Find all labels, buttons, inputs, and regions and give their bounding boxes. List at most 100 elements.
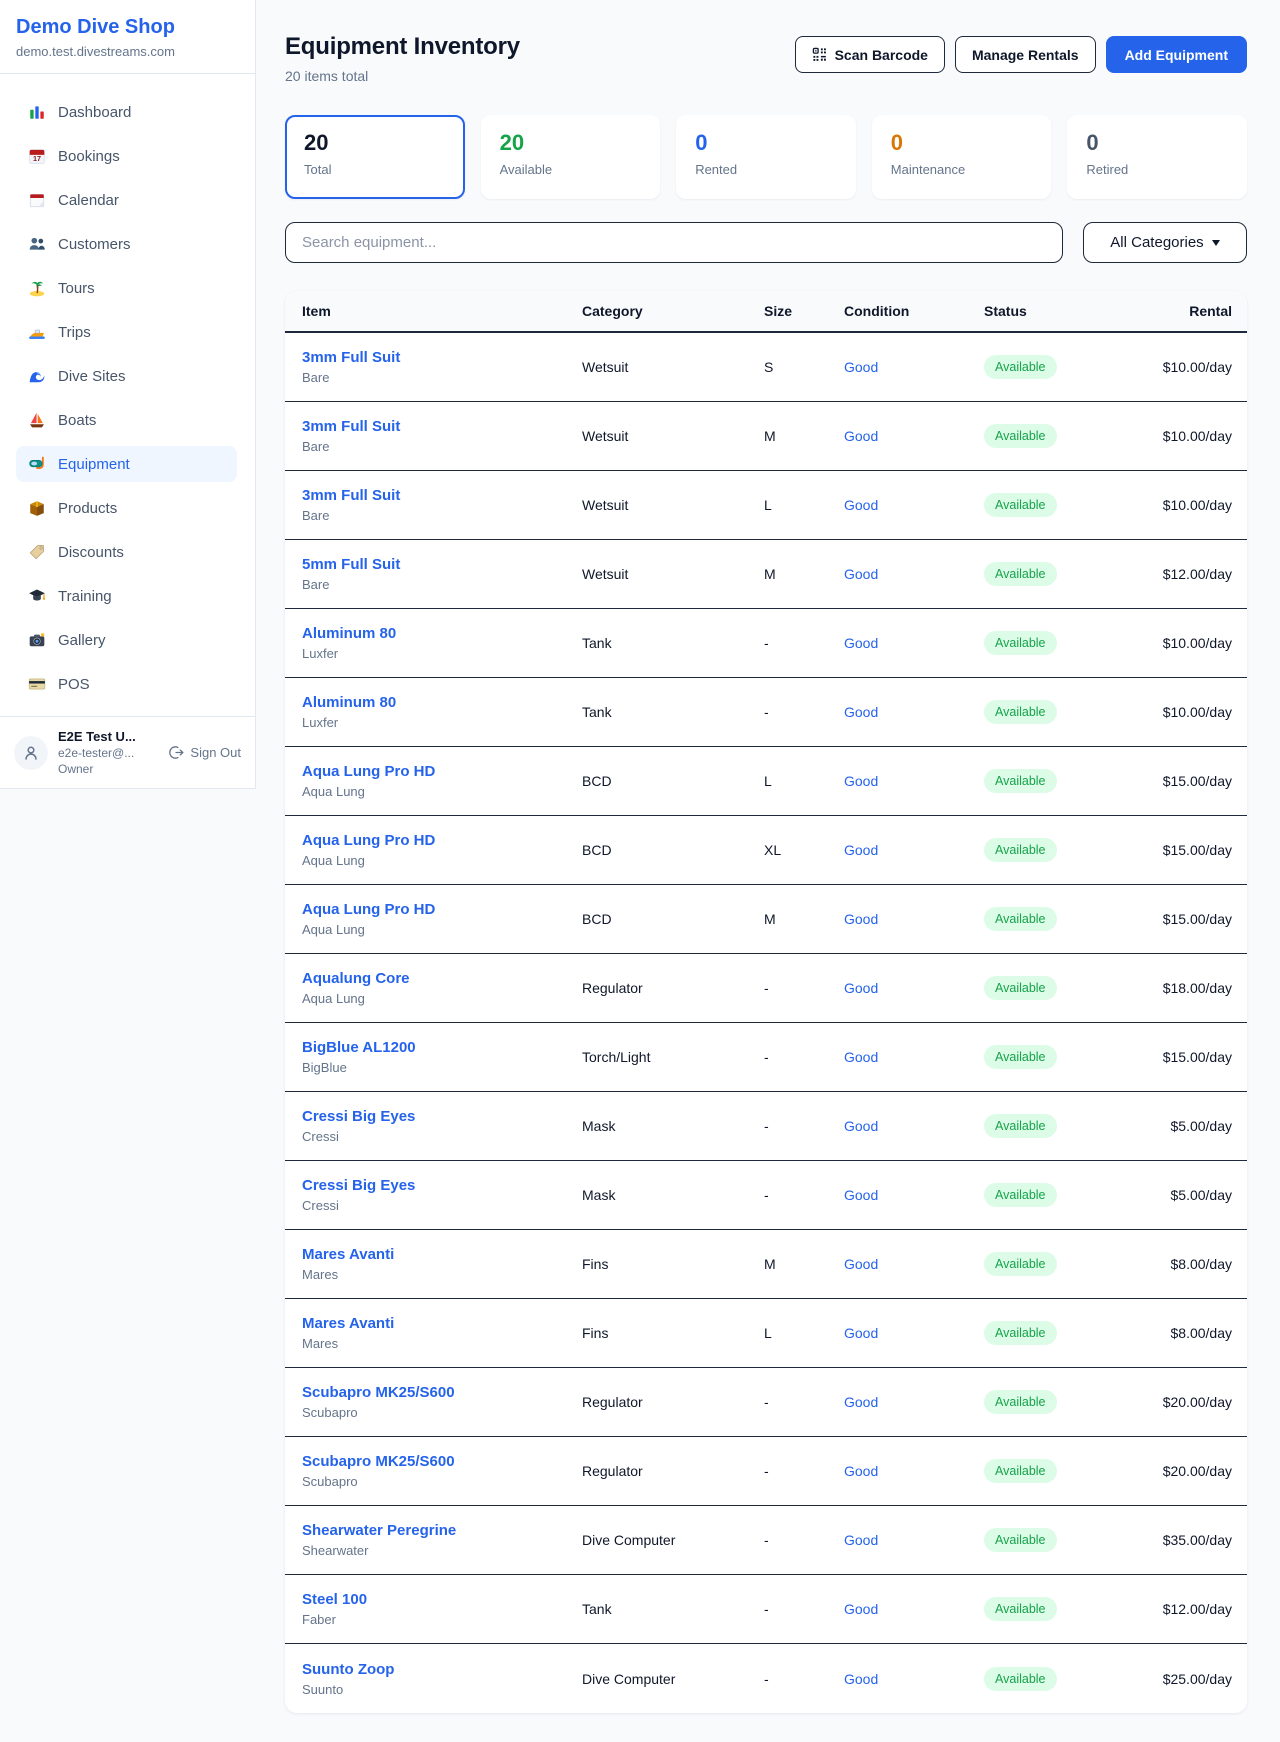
condition-link[interactable]: Good (844, 773, 984, 789)
item-name-link[interactable]: Aluminum 80 (302, 625, 582, 642)
sidebar-item-label: Gallery (58, 632, 106, 649)
category-select[interactable]: All Categories (1083, 222, 1247, 263)
sign-out-button[interactable]: Sign Out (169, 745, 241, 760)
sidebar-item-customers[interactable]: Customers (16, 226, 237, 262)
table-row: 3mm Full Suit Bare Wetsuit S Good Availa… (285, 333, 1247, 402)
sidebar-item-dashboard[interactable]: Dashboard (16, 94, 237, 130)
condition-link[interactable]: Good (844, 1671, 984, 1687)
stat-card-rented[interactable]: 0 Rented (676, 115, 856, 199)
stat-label: Total (304, 162, 446, 177)
search-input[interactable] (285, 222, 1063, 263)
item-name-link[interactable]: Cressi Big Eyes (302, 1177, 582, 1194)
sidebar-item-dive-sites[interactable]: Dive Sites (16, 358, 237, 394)
condition-link[interactable]: Good (844, 1049, 984, 1065)
rental-price: $10.00/day (1114, 635, 1232, 651)
condition-link[interactable]: Good (844, 635, 984, 651)
item-name-link[interactable]: Mares Avanti (302, 1246, 582, 1263)
item-name-link[interactable]: Aqua Lung Pro HD (302, 763, 582, 780)
category-cell: BCD (582, 773, 764, 789)
item-name-link[interactable]: Scubapro MK25/S600 (302, 1384, 582, 1401)
dive-mask-icon (28, 455, 46, 473)
item-name-link[interactable]: 5mm Full Suit (302, 556, 582, 573)
manage-rentals-button[interactable]: Manage Rentals (955, 36, 1096, 73)
item-name-link[interactable]: Cressi Big Eyes (302, 1108, 582, 1125)
condition-link[interactable]: Good (844, 1256, 984, 1272)
sidebar-item-gallery[interactable]: Gallery (16, 622, 237, 658)
rental-price: $15.00/day (1114, 842, 1232, 858)
item-name-link[interactable]: Aqua Lung Pro HD (302, 832, 582, 849)
condition-link[interactable]: Good (844, 842, 984, 858)
condition-link[interactable]: Good (844, 1394, 984, 1410)
rental-price: $18.00/day (1114, 980, 1232, 996)
condition-link[interactable]: Good (844, 566, 984, 582)
size-cell: M (764, 428, 844, 444)
status-badge: Available (984, 907, 1057, 931)
stat-label: Available (500, 162, 642, 177)
item-cell: Suunto Zoop Suunto (302, 1661, 582, 1697)
condition-link[interactable]: Good (844, 1118, 984, 1134)
item-brand: Cressi (302, 1198, 582, 1213)
size-cell: - (764, 1671, 844, 1687)
sidebar-item-calendar[interactable]: Calendar (16, 182, 237, 218)
item-name-link[interactable]: Steel 100 (302, 1591, 582, 1608)
user-name: E2E Test U... (58, 729, 136, 744)
add-equipment-button[interactable]: Add Equipment (1106, 36, 1247, 73)
condition-link[interactable]: Good (844, 980, 984, 996)
sidebar-item-label: Discounts (58, 544, 124, 561)
status-cell: Available (984, 769, 1114, 793)
table-row: Aqua Lung Pro HD Aqua Lung BCD M Good Av… (285, 885, 1247, 954)
item-name-link[interactable]: 3mm Full Suit (302, 418, 582, 435)
item-name-link[interactable]: 3mm Full Suit (302, 349, 582, 366)
item-name-link[interactable]: Aqualung Core (302, 970, 582, 987)
item-name-link[interactable]: Suunto Zoop (302, 1661, 582, 1678)
condition-link[interactable]: Good (844, 1325, 984, 1341)
category-cell: Fins (582, 1256, 764, 1272)
item-name-link[interactable]: Mares Avanti (302, 1315, 582, 1332)
item-name-link[interactable]: BigBlue AL1200 (302, 1039, 582, 1056)
status-cell: Available (984, 1528, 1114, 1552)
sidebar-item-tours[interactable]: Tours (16, 270, 237, 306)
sidebar-item-discounts[interactable]: Discounts (16, 534, 237, 570)
status-cell: Available (984, 1183, 1114, 1207)
sidebar-item-bookings[interactable]: 17 Bookings (16, 138, 237, 174)
stat-card-retired[interactable]: 0 Retired (1067, 115, 1247, 199)
item-name-link[interactable]: Shearwater Peregrine (302, 1522, 582, 1539)
item-name-link[interactable]: 3mm Full Suit (302, 487, 582, 504)
sidebar-item-boats[interactable]: Boats (16, 402, 237, 438)
item-name-link[interactable]: Aqua Lung Pro HD (302, 901, 582, 918)
condition-link[interactable]: Good (844, 359, 984, 375)
condition-link[interactable]: Good (844, 1463, 984, 1479)
item-cell: Aqua Lung Pro HD Aqua Lung (302, 763, 582, 799)
condition-link[interactable]: Good (844, 1187, 984, 1203)
stat-card-maintenance[interactable]: 0 Maintenance (872, 115, 1052, 199)
shop-name[interactable]: Demo Dive Shop (16, 16, 239, 39)
item-brand: Mares (302, 1267, 582, 1282)
scan-barcode-button[interactable]: Scan Barcode (795, 36, 945, 73)
item-name-link[interactable]: Aluminum 80 (302, 694, 582, 711)
table-row: Aqualung Core Aqua Lung Regulator - Good… (285, 954, 1247, 1023)
sidebar-item-pos[interactable]: POS (16, 666, 237, 702)
stat-card-available[interactable]: 20 Available (481, 115, 661, 199)
sidebar-item-training[interactable]: Training (16, 578, 237, 614)
sidebar-item-label: Calendar (58, 192, 119, 209)
column-header-condition: Condition (844, 303, 984, 319)
item-cell: Cressi Big Eyes Cressi (302, 1108, 582, 1144)
item-cell: Mares Avanti Mares (302, 1315, 582, 1351)
sidebar-item-products[interactable]: Products (16, 490, 237, 526)
rental-price: $15.00/day (1114, 911, 1232, 927)
condition-link[interactable]: Good (844, 911, 984, 927)
condition-link[interactable]: Good (844, 428, 984, 444)
condition-link[interactable]: Good (844, 497, 984, 513)
table-row: Mares Avanti Mares Fins M Good Available… (285, 1230, 1247, 1299)
condition-link[interactable]: Good (844, 1601, 984, 1617)
condition-link[interactable]: Good (844, 1532, 984, 1548)
table-header: Item Category Size Condition Status Rent… (285, 291, 1247, 333)
item-name-link[interactable]: Scubapro MK25/S600 (302, 1453, 582, 1470)
status-cell: Available (984, 1114, 1114, 1138)
condition-link[interactable]: Good (844, 704, 984, 720)
speedboat-icon (28, 323, 46, 341)
sidebar-item-trips[interactable]: Trips (16, 314, 237, 350)
status-badge: Available (984, 769, 1057, 793)
stat-card-total[interactable]: 20 Total (285, 115, 465, 199)
sidebar-item-equipment[interactable]: Equipment (16, 446, 237, 482)
